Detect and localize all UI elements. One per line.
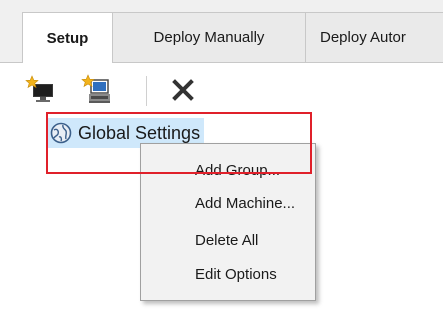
menu-item-add-machine[interactable]: Add Machine... — [142, 187, 314, 219]
tab-strip: Setup Deploy Manually Deploy Autor — [0, 0, 443, 63]
menu-item-label: Add Group... — [195, 161, 281, 179]
add-group-icon — [25, 75, 53, 102]
menu-item-add-group[interactable]: Add Group... — [142, 154, 314, 186]
tab-deploy-manually-label: Deploy Manually — [153, 29, 265, 46]
delete-icon — [172, 79, 194, 101]
menu-item-label: Edit Options — [195, 265, 277, 283]
context-menu: Add Group... Add Machine... Delete All E… — [140, 143, 316, 301]
delete-button[interactable] — [166, 73, 200, 107]
globe-icon — [50, 122, 72, 144]
tab-deploy-automatically-label: Deploy Autor — [320, 29, 406, 46]
toolbar-separator — [146, 76, 147, 106]
menu-item-delete-all[interactable]: Delete All — [142, 224, 314, 256]
add-group-button[interactable] — [24, 73, 58, 107]
tab-deploy-automatically[interactable]: Deploy Autor — [305, 12, 443, 62]
add-machine-button[interactable] — [80, 73, 114, 107]
menu-item-edit-options[interactable]: Edit Options — [142, 258, 314, 290]
toolbar — [0, 63, 443, 115]
tab-setup[interactable]: Setup — [22, 12, 113, 63]
add-machine-icon — [81, 74, 110, 103]
tree-item-label: Global Settings — [78, 122, 201, 143]
tab-deploy-manually[interactable]: Deploy Manually — [112, 12, 306, 62]
menu-item-label: Delete All — [195, 231, 259, 249]
menu-item-label: Add Machine... — [195, 194, 296, 212]
tab-setup-label: Setup — [46, 29, 89, 47]
